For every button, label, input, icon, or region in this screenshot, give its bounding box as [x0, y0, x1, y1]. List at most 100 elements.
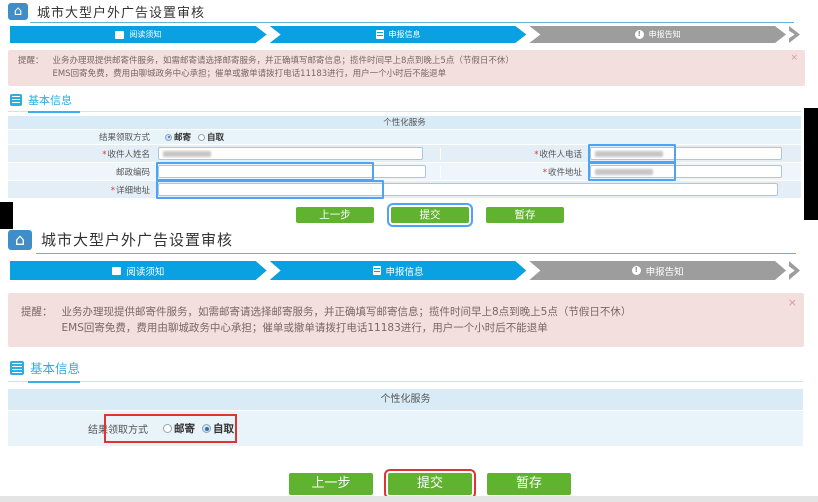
table-group-header: 个性化服务	[8, 116, 801, 130]
radio-unselected-icon[interactable]	[163, 424, 172, 433]
screenshot-artifact-bar	[0, 202, 13, 229]
postcode-input[interactable]	[158, 165, 426, 178]
wizard-steps: 阅读须知 申报信息 申报告知	[10, 26, 800, 43]
radio-pickup[interactable]: 自取	[202, 421, 234, 436]
recipient-phone-label: *收件人电话	[440, 148, 590, 160]
radio-pickup[interactable]: 自取	[198, 131, 224, 143]
wizard-panel-top: ⌂ 城市大型户外广告设置审核 阅读须知 申报信息 申报告知 提醒： 业务办理现提…	[0, 0, 818, 223]
step-label: 申报告知	[646, 264, 684, 278]
alert-line2: EMS回寄免费，费用由聊城政务中心承担；催单或撤单请拨打电话11183进行，用户…	[53, 68, 514, 81]
address-label: *收件地址	[440, 166, 590, 178]
basic-info-section-header: 基本信息	[10, 92, 818, 108]
screenshot-artifact-bar	[804, 108, 818, 220]
step-label: 申报信息	[386, 264, 424, 278]
step-label: 申报告知	[649, 29, 681, 40]
recipient-name-label: *收件人姓名	[8, 148, 158, 160]
recipient-name-input[interactable]	[158, 147, 423, 160]
list-icon	[10, 94, 22, 106]
info-icon	[635, 30, 644, 39]
mailing-notice-alert: 提醒： 业务办理现提供邮寄件服务，如需邮寄请选择邮寄服务，并正确填写邮寄信息；揽…	[8, 50, 805, 86]
section-title: 基本信息	[30, 358, 80, 377]
step-declaration-info[interactable]: 申报信息	[270, 26, 527, 43]
personalized-service-table: 个性化服务 结果领取方式 邮寄 自取 *收件人姓名 *收件人电话	[8, 116, 801, 199]
recipient-phone-input[interactable]	[590, 147, 782, 160]
section-title: 基本信息	[28, 92, 72, 108]
address-input[interactable]	[590, 165, 782, 178]
page-header: ⌂ 城市大型户外广告设置审核	[0, 222, 818, 250]
radio-selected-icon[interactable]	[202, 424, 211, 433]
name-phone-row: *收件人姓名 *收件人电话	[8, 145, 801, 163]
step-label: 申报信息	[389, 29, 421, 40]
personalized-service-table: 个性化服务 结果领取方式 邮寄 自取	[8, 389, 803, 447]
step-label: 阅读须知	[126, 264, 164, 278]
alert-line1: 业务办理现提供邮寄件服务，如需邮寄请选择邮寄服务，并正确填写邮寄信息；揽件时间早…	[53, 55, 514, 68]
alert-prefix: 提醒：	[21, 304, 53, 336]
section-divider	[8, 111, 801, 112]
info-icon	[632, 266, 641, 275]
step-read-notice[interactable]: 阅读须知	[10, 26, 267, 43]
action-buttons: 上一步 提交 暂存	[0, 473, 818, 495]
radio-selected-icon[interactable]	[165, 134, 172, 141]
postcode-address-row: 邮政编码 *收件地址	[8, 163, 801, 181]
document-icon	[112, 267, 121, 275]
header-divider	[30, 22, 794, 23]
radio-mail-label[interactable]: 邮寄	[174, 131, 191, 143]
prev-step-button[interactable]: 上一步	[296, 207, 374, 223]
submit-button[interactable]: 提交	[391, 207, 469, 223]
page-title: 城市大型户外广告设置审核	[41, 229, 233, 250]
result-method-row: 结果领取方式 邮寄 自取	[8, 411, 803, 447]
step-declaration-notify[interactable]: 申报告知	[529, 26, 786, 43]
result-method-label: 结果领取方式	[8, 131, 158, 143]
wizard-steps: 阅读须知 申报信息 申报告知	[10, 261, 800, 280]
header-divider	[36, 253, 796, 254]
alert-prefix: 提醒：	[18, 55, 44, 81]
result-method-row: 结果领取方式 邮寄 自取	[8, 130, 801, 145]
radio-pickup-label[interactable]: 自取	[207, 131, 224, 143]
chevron-right-icon	[789, 26, 800, 43]
step-declaration-notify[interactable]: 申报告知	[529, 261, 786, 280]
redacted-value	[595, 151, 663, 157]
section-divider	[8, 381, 803, 382]
result-method-label: 结果领取方式	[8, 421, 156, 436]
close-icon[interactable]: ×	[790, 52, 798, 65]
step-read-notice[interactable]: 阅读须知	[10, 261, 267, 280]
radio-mail[interactable]: 邮寄	[165, 131, 191, 143]
redacted-value	[595, 169, 653, 175]
prev-step-button[interactable]: 上一步	[289, 473, 373, 495]
alert-body: 业务办理现提供邮寄件服务，如需邮寄请选择邮寄服务，并正确填写邮寄信息；揽件时间早…	[53, 55, 514, 81]
close-icon[interactable]: ×	[788, 295, 797, 311]
step-label: 阅读须知	[129, 29, 161, 40]
postcode-label: 邮政编码	[8, 166, 158, 178]
home-icon: ⌂	[8, 230, 32, 250]
page-header: ⌂ 城市大型户外广告设置审核	[0, 0, 818, 20]
detail-address-label: *详细地址	[8, 184, 158, 196]
detail-address-row: *详细地址	[8, 181, 801, 199]
radio-mail[interactable]: 邮寄	[163, 421, 195, 436]
detail-address-input[interactable]	[158, 183, 778, 196]
alert-line1: 业务办理现提供邮寄件服务，如需邮寄请选择邮寄服务，并正确填写邮寄信息；揽件时间早…	[62, 304, 632, 320]
form-icon	[373, 266, 381, 275]
result-method-radio-group: 邮寄 自取	[163, 421, 234, 436]
basic-info-section-header: 基本信息	[10, 358, 818, 377]
radio-unselected-icon[interactable]	[198, 134, 205, 141]
list-icon	[10, 361, 24, 375]
radio-mail-label[interactable]: 邮寄	[174, 421, 195, 436]
page-title: 城市大型户外广告设置审核	[37, 2, 205, 21]
save-draft-button[interactable]: 暂存	[487, 473, 571, 495]
submit-button[interactable]: 提交	[388, 473, 472, 495]
radio-pickup-label[interactable]: 自取	[213, 421, 234, 436]
alert-body: 业务办理现提供邮寄件服务，如需邮寄请选择邮寄服务，并正确填写邮寄信息；揽件时间早…	[62, 304, 632, 336]
home-icon: ⌂	[8, 3, 28, 20]
bottom-edge-strip	[0, 496, 818, 502]
step-declaration-info[interactable]: 申报信息	[270, 261, 527, 280]
form-icon	[376, 30, 384, 39]
table-group-header: 个性化服务	[8, 389, 803, 411]
action-buttons: 上一步 提交 暂存	[0, 207, 818, 223]
wizard-panel-bottom: ⌂ 城市大型户外广告设置审核 阅读须知 申报信息 申报告知 提醒： 业务办理现提…	[0, 222, 818, 495]
save-draft-button[interactable]: 暂存	[486, 207, 564, 223]
alert-line2: EMS回寄免费，费用由聊城政务中心承担；催单或撤单请拨打电话11183进行，用户…	[62, 320, 632, 336]
result-method-radio-group: 邮寄 自取	[165, 131, 224, 143]
mailing-notice-alert: 提醒： 业务办理现提供邮寄件服务，如需邮寄请选择邮寄服务，并正确填写邮寄信息；揽…	[8, 293, 804, 347]
document-icon	[115, 31, 124, 39]
redacted-value	[163, 151, 211, 157]
